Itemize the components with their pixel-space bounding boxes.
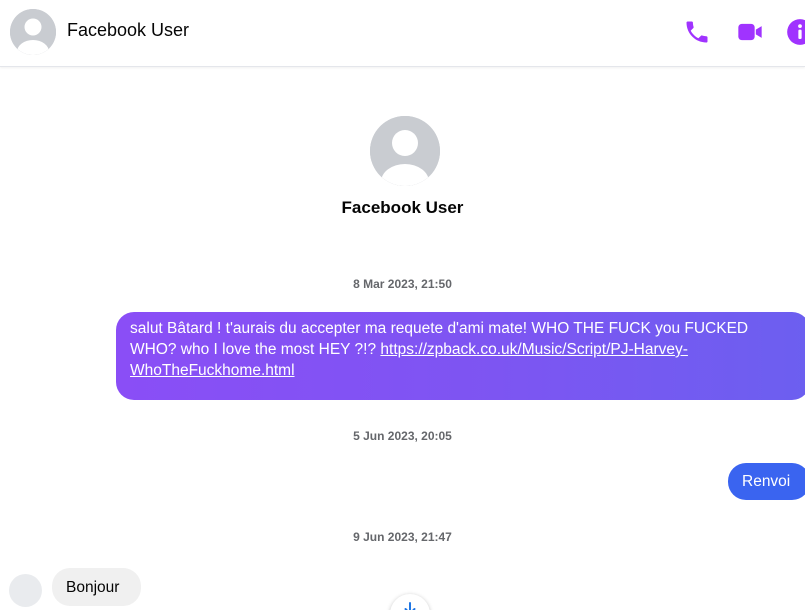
timestamp: 8 Mar 2023, 21:50 <box>353 277 452 291</box>
incoming-message[interactable]: Bonjour <box>52 568 141 606</box>
scroll-down-button[interactable] <box>390 594 430 610</box>
timestamp: 9 Jun 2023, 21:47 <box>353 530 452 544</box>
contact-avatar[interactable] <box>10 9 56 55</box>
sender-avatar[interactable] <box>9 574 42 607</box>
message-text: Renvoi <box>742 473 791 490</box>
outgoing-message[interactable]: Renvoi <box>728 463 805 500</box>
info-icon[interactable] <box>786 18 805 46</box>
profile-name: Facebook User <box>341 198 464 217</box>
outgoing-message[interactable]: salut Bâtard ! t'aurais du accepter ma r… <box>116 312 805 400</box>
profile-avatar[interactable] <box>370 116 440 186</box>
conversation-header: Facebook User <box>0 0 805 67</box>
message-text: Bonjour <box>66 579 120 596</box>
timestamp: 5 Jun 2023, 20:05 <box>353 429 452 443</box>
messenger-conversation: Facebook User Facebook User 8 Mar 2023, … <box>0 0 805 610</box>
contact-name[interactable]: Facebook User <box>67 20 189 41</box>
phone-icon[interactable] <box>683 18 711 46</box>
video-call-icon[interactable] <box>736 18 764 46</box>
arrow-down-icon <box>404 602 416 610</box>
